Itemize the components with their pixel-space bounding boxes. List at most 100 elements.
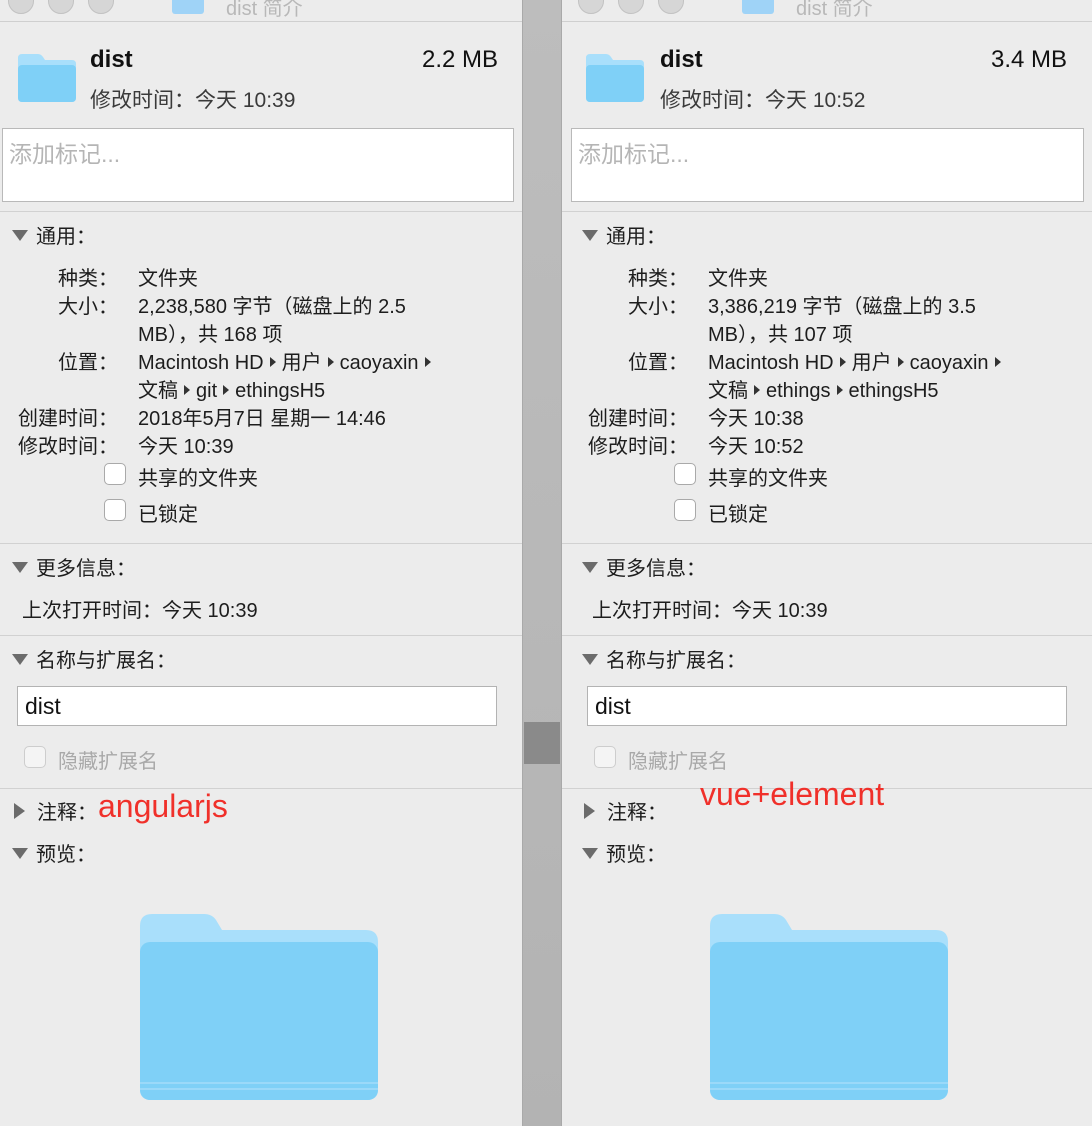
window-title: dist 简介	[226, 0, 303, 20]
minimize-button[interactable]	[618, 0, 644, 14]
last-opened: 上次打开时间：今天 10:39	[22, 600, 258, 622]
section-name-ext-header[interactable]: 名称与扩展名：	[582, 644, 746, 673]
close-button[interactable]	[578, 0, 604, 14]
path-segment: 文稿	[708, 380, 748, 402]
created-value: 2018年5月7日 星期一 14:46	[138, 408, 386, 430]
size-value-line2: MB），共 107 项	[708, 324, 853, 346]
disclosure-triangle-icon[interactable]	[582, 654, 598, 665]
disclosure-triangle-icon[interactable]	[12, 654, 28, 665]
section-more-info-header[interactable]: 更多信息：	[582, 552, 706, 581]
zoom-button[interactable]	[88, 0, 114, 14]
path-segment: Macintosh HD	[138, 352, 264, 374]
section-title: 注释：	[607, 802, 667, 824]
size-label: 大小：	[628, 296, 688, 318]
info-panel-left: dist 简介 dist 2.2 MB 修改时间：今天 10:39 添加标记..…	[0, 0, 522, 1126]
locked-checkbox[interactable]	[674, 499, 696, 521]
hide-extension-label: 隐藏扩展名	[58, 751, 158, 773]
hide-extension-checkbox[interactable]	[24, 746, 46, 768]
hide-extension-checkbox[interactable]	[594, 746, 616, 768]
section-comments-header[interactable]: 注释：	[582, 796, 667, 825]
path-arrow-icon	[424, 357, 431, 367]
title-folder-icon	[172, 0, 204, 14]
disclosure-triangle-collapsed-icon[interactable]	[14, 803, 25, 819]
locked-checkbox[interactable]	[104, 499, 126, 521]
file-name: dist	[90, 46, 133, 73]
close-button[interactable]	[8, 0, 34, 14]
path-segment: 用户	[851, 352, 892, 374]
location-label: 位置：	[628, 352, 688, 374]
location-path-line2: 文稿 ethings ethingsH5	[708, 374, 939, 403]
divider	[562, 635, 1092, 636]
divider	[562, 211, 1092, 212]
tags-input[interactable]: 添加标记...	[571, 128, 1084, 202]
path-arrow-icon	[327, 357, 334, 367]
kind-value: 文件夹	[708, 268, 768, 290]
title-folder-icon	[742, 0, 774, 14]
shared-folder-label: 共享的文件夹	[138, 468, 258, 490]
modified-header: 修改时间：今天 10:52	[660, 89, 866, 112]
divider	[0, 543, 522, 544]
folder-icon	[586, 54, 644, 102]
name-input[interactable]: dist	[587, 686, 1067, 726]
file-name: dist	[660, 46, 703, 73]
zoom-button[interactable]	[658, 0, 684, 14]
disclosure-triangle-icon[interactable]	[12, 562, 28, 573]
disclosure-triangle-collapsed-icon[interactable]	[584, 803, 595, 819]
divider	[0, 635, 522, 636]
disclosure-triangle-icon[interactable]	[582, 230, 598, 241]
section-title: 更多信息：	[606, 558, 706, 580]
section-title: 通用：	[36, 226, 96, 248]
path-segment: 用户	[281, 352, 322, 374]
location-path-line1: Macintosh HD 用户 caoyaxin	[138, 346, 437, 375]
path-segment: ethingsH5	[848, 380, 939, 402]
disclosure-triangle-icon[interactable]	[582, 562, 598, 573]
minimize-button[interactable]	[48, 0, 74, 14]
modified-value: 今天 10:39	[138, 436, 234, 458]
path-segment: Macintosh HD	[708, 352, 834, 374]
file-size: 3.4 MB	[991, 46, 1068, 73]
section-more-info-header[interactable]: 更多信息：	[12, 552, 136, 581]
path-arrow-icon	[223, 385, 230, 395]
path-segment: caoyaxin	[909, 352, 989, 374]
window-title: dist 简介	[796, 0, 873, 20]
disclosure-triangle-icon[interactable]	[582, 848, 598, 859]
size-value-line1: 2,238,580 字节（磁盘上的 2.5	[138, 296, 406, 318]
tags-input[interactable]: 添加标记...	[2, 128, 514, 202]
section-name-ext-header[interactable]: 名称与扩展名：	[12, 644, 176, 673]
section-comments-header[interactable]: 注释：	[12, 796, 97, 825]
size-value-line2: MB），共 168 项	[138, 324, 283, 346]
annotation-text: vue+element	[700, 776, 885, 812]
hide-extension-label: 隐藏扩展名	[628, 751, 728, 773]
shared-folder-checkbox[interactable]	[674, 463, 696, 485]
section-preview-header[interactable]: 预览：	[582, 838, 666, 867]
path-arrow-icon	[754, 385, 760, 395]
location-label: 位置：	[58, 352, 118, 374]
locked-label: 已锁定	[708, 504, 768, 526]
section-title: 名称与扩展名：	[606, 650, 746, 672]
modified-value: 今天 10:52	[708, 436, 804, 458]
section-title: 注释：	[37, 802, 97, 824]
modified-header: 修改时间：今天 10:39	[90, 89, 296, 112]
name-input[interactable]: dist	[17, 686, 497, 726]
section-preview-header[interactable]: 预览：	[12, 838, 96, 867]
path-segment: caoyaxin	[339, 352, 419, 374]
divider	[0, 788, 522, 789]
path-segment: 文稿	[138, 380, 178, 402]
preview-folder-icon	[140, 914, 378, 1100]
disclosure-triangle-icon[interactable]	[12, 848, 28, 859]
created-label: 创建时间：	[18, 408, 118, 430]
path-arrow-icon	[897, 357, 904, 367]
section-general-header[interactable]: 通用：	[582, 220, 666, 249]
created-label: 创建时间：	[588, 408, 688, 430]
background-gap	[522, 0, 562, 1126]
location-path-line2: 文稿 git ethingsH5	[138, 374, 325, 403]
section-general-header[interactable]: 通用：	[12, 220, 96, 249]
path-arrow-icon	[269, 357, 276, 367]
title-bar: dist 简介	[562, 0, 1092, 22]
shared-folder-checkbox[interactable]	[104, 463, 126, 485]
modified-label: 修改时间：	[18, 436, 118, 458]
divider	[0, 211, 522, 212]
disclosure-triangle-icon[interactable]	[12, 230, 28, 241]
last-opened: 上次打开时间：今天 10:39	[592, 600, 828, 622]
location-path-line1: Macintosh HD 用户 caoyaxin	[708, 346, 1007, 375]
